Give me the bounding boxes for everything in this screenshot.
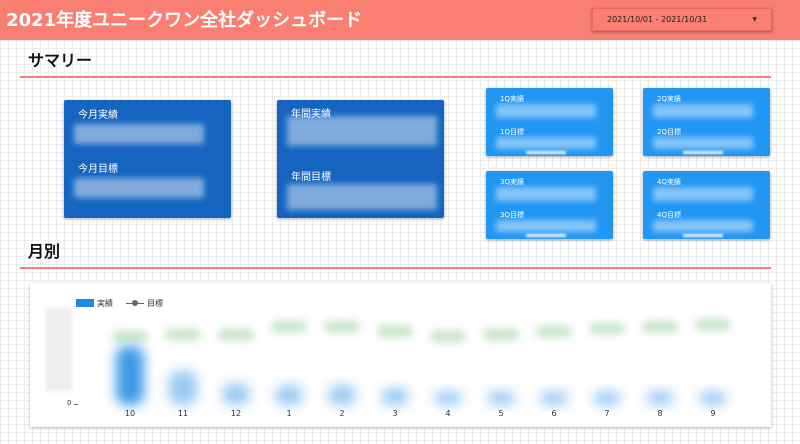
actual-bar-9: [699, 391, 727, 405]
x-tick-label-10: 10: [125, 409, 135, 418]
caret-down-icon[interactable]: ▼: [752, 9, 757, 30]
monthly-divider: [20, 267, 771, 269]
target-point-3: [377, 325, 413, 338]
q1-progress-bar: [526, 151, 566, 154]
q1-actual-label: 1Q実績: [500, 95, 524, 103]
annual-actual-value: [287, 116, 437, 146]
monthly-section-title: 月別: [28, 242, 61, 261]
page-title: 2021年度ユニークワン全社ダッシュボード: [6, 10, 363, 31]
monthly-target-label: 今月目標: [78, 164, 118, 175]
q3-card: 3Q実績 3Q目標: [486, 171, 613, 239]
x-tick-label-4: 4: [445, 409, 450, 418]
annual-summary-card: 年間実績 年間目標: [277, 100, 444, 218]
q4-actual-label: 4Q実績: [657, 178, 681, 186]
actual-bar-11: [169, 370, 197, 405]
q2-actual-value: [653, 104, 753, 118]
monthly-summary-card: 今月実績 今月目標: [64, 100, 231, 218]
q1-actual-value: [496, 104, 596, 118]
target-point-12: [218, 328, 254, 341]
actual-bar-7: [593, 391, 621, 405]
q4-actual-value: [653, 187, 753, 201]
actual-bar-5: [487, 391, 515, 405]
actual-bar-1: [275, 385, 303, 405]
q4-target-value: [653, 220, 753, 232]
monthly-actual-value: [74, 124, 204, 144]
q4-card: 4Q実績 4Q目標: [643, 171, 770, 239]
q1-target-label: 1Q目標: [500, 128, 524, 136]
target-point-7: [589, 322, 625, 335]
q2-card: 2Q実績 2Q目標: [643, 88, 770, 156]
target-point-10: [112, 330, 148, 343]
monthly-target-value: [74, 178, 204, 198]
q3-target-value: [496, 220, 596, 232]
x-tick-label-6: 6: [551, 409, 556, 418]
q2-target-value: [653, 137, 753, 149]
q4-target-label: 4Q目標: [657, 211, 681, 219]
target-point-2: [324, 320, 360, 333]
summary-divider: [20, 76, 771, 78]
target-point-1: [271, 320, 307, 333]
x-tick-label-3: 3: [392, 409, 397, 418]
actual-bar-2: [328, 385, 356, 405]
q2-target-label: 2Q目標: [657, 128, 681, 136]
x-tick-label-1: 1: [286, 409, 291, 418]
monthly-actual-label: 今月実績: [78, 110, 118, 121]
header-bar: 2021年度ユニークワン全社ダッシュボード 2021/10/01 - 2021/…: [0, 0, 800, 40]
x-tick-label-5: 5: [498, 409, 503, 418]
q3-actual-value: [496, 187, 596, 201]
q3-target-label: 3Q目標: [500, 211, 524, 219]
actual-bar-10: [116, 346, 144, 405]
x-tick-label-12: 12: [231, 409, 241, 418]
q3-actual-label: 3Q実績: [500, 178, 524, 186]
monthly-chart-card: 実績 目標 0 10 11 12 1 2 3 4 5 6 7 8 9: [30, 283, 771, 427]
actual-bar-3: [381, 388, 409, 405]
target-point-6: [536, 325, 572, 338]
target-point-5: [483, 328, 519, 341]
date-range-value: 2021/10/01 - 2021/10/31: [607, 15, 708, 24]
target-point-4: [430, 330, 466, 343]
x-tick-label-2: 2: [339, 409, 344, 418]
actual-bar-12: [222, 383, 250, 405]
date-range-picker[interactable]: 2021/10/01 - 2021/10/31 ▼: [592, 8, 772, 31]
q1-target-value: [496, 137, 596, 149]
q2-progress-bar: [683, 151, 723, 154]
annual-target-label: 年間目標: [291, 172, 331, 183]
q4-progress-bar: [683, 234, 723, 237]
x-tick-label-8: 8: [657, 409, 662, 418]
q1-card: 1Q実績 1Q目標: [486, 88, 613, 156]
q2-actual-label: 2Q実績: [657, 95, 681, 103]
target-point-8: [642, 320, 678, 333]
summary-section-title: サマリー: [28, 51, 93, 70]
x-tick-label-7: 7: [604, 409, 609, 418]
monthly-chart-plot: 10 11 12 1 2 3 4 5 6 7 8 9: [112, 318, 731, 418]
actual-bar-8: [646, 391, 674, 405]
target-point-11: [165, 328, 201, 341]
q3-progress-bar: [526, 234, 566, 237]
actual-bar-6: [540, 391, 568, 405]
target-point-9: [695, 318, 731, 331]
actual-bar-4: [434, 391, 462, 405]
annual-target-value: [287, 184, 437, 210]
x-tick-label-11: 11: [178, 409, 188, 418]
x-tick-label-9: 9: [710, 409, 715, 418]
